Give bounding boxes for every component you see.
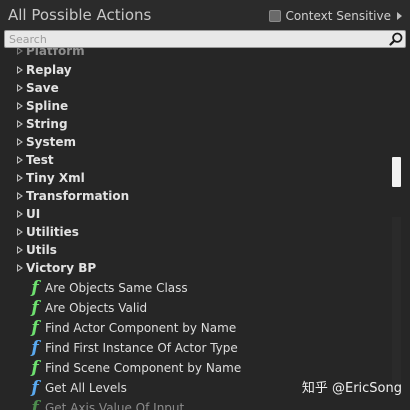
function-icon: f [31, 378, 39, 398]
search-icon[interactable] [389, 32, 403, 46]
category-row[interactable]: Save [0, 79, 388, 97]
category-label: Replay [26, 63, 72, 77]
action-label: Find Actor Component by Name [45, 321, 237, 335]
category-label: Transformation [26, 189, 130, 203]
collapsed-arrow-icon[interactable] [17, 102, 23, 110]
collapsed-arrow-icon[interactable] [17, 156, 23, 164]
category-row[interactable]: Spline [0, 97, 388, 115]
category-label: System [26, 135, 76, 149]
category-label: String [26, 117, 68, 131]
collapsed-arrow-icon[interactable] [17, 210, 23, 218]
context-sensitive-toggle[interactable]: Context Sensitive [269, 8, 402, 24]
collapsed-arrow-icon[interactable] [17, 48, 23, 55]
action-item[interactable]: f Get Axis Value Of Input [0, 398, 388, 410]
action-list: Platform Replay Save Spline String Syste… [0, 48, 388, 410]
function-pure-icon: f [31, 318, 39, 338]
category-label: Platform [26, 48, 85, 58]
action-label: Get Axis Value Of Input [45, 401, 185, 410]
category-row[interactable]: Test [0, 151, 388, 169]
category-row[interactable]: System [0, 133, 388, 151]
action-label: Find First Instance Of Actor Type [45, 341, 238, 355]
category-row[interactable]: Platform [0, 48, 388, 60]
action-label: Get All Levels [45, 381, 127, 395]
scrollbar-track[interactable] [392, 217, 401, 387]
action-item[interactable]: f Find First Instance Of Actor Type [0, 338, 388, 358]
category-label: Spline [26, 99, 69, 113]
collapsed-arrow-icon[interactable] [17, 66, 23, 74]
category-label: Save [26, 81, 59, 95]
function-pure-icon: f [31, 358, 39, 378]
function-pure-icon: f [31, 278, 39, 298]
context-sensitive-checkbox[interactable] [269, 10, 282, 22]
function-pure-icon: f [31, 298, 39, 318]
collapsed-arrow-icon[interactable] [17, 228, 23, 236]
category-row[interactable]: Utilities [0, 223, 388, 241]
category-row[interactable]: UI [0, 205, 388, 223]
category-row[interactable]: Utils [0, 241, 388, 259]
action-label: Find Scene Component by Name [45, 361, 242, 375]
category-label: Utils [26, 243, 57, 257]
expand-arrow-icon[interactable] [397, 12, 402, 20]
function-pure-icon: f [31, 398, 39, 410]
search-input[interactable] [9, 31, 379, 47]
category-label: Tiny Xml [26, 171, 85, 185]
action-item[interactable]: f Are Objects Valid [0, 298, 388, 318]
category-row[interactable]: Replay [0, 61, 388, 79]
search-box[interactable] [4, 30, 406, 48]
category-row[interactable]: Tiny Xml [0, 169, 388, 187]
action-menu-header: All Possible Actions Context Sensitive [0, 0, 410, 30]
collapsed-arrow-icon[interactable] [17, 174, 23, 182]
collapsed-arrow-icon[interactable] [17, 246, 23, 254]
category-label: Test [26, 153, 54, 167]
action-label: Are Objects Same Class [45, 281, 188, 295]
collapsed-arrow-icon[interactable] [17, 84, 23, 92]
action-item[interactable]: f Find Actor Component by Name [0, 318, 388, 338]
collapsed-arrow-icon[interactable] [17, 264, 23, 272]
panel-title: All Possible Actions [8, 6, 152, 24]
collapsed-arrow-icon[interactable] [17, 138, 23, 146]
action-label: Are Objects Valid [45, 301, 148, 315]
context-sensitive-label: Context Sensitive [285, 9, 391, 23]
action-menu-panel: All Possible Actions Context Sensitive P… [0, 0, 410, 410]
collapsed-arrow-icon[interactable] [17, 192, 23, 200]
watermark-text: 知乎 @EricSong [301, 381, 402, 396]
category-label: Victory BP [26, 261, 97, 275]
category-label: UI [26, 207, 41, 221]
category-label: Utilities [26, 225, 79, 239]
category-row[interactable]: String [0, 115, 388, 133]
category-row[interactable]: Transformation [0, 187, 388, 205]
function-icon: f [31, 338, 39, 358]
collapsed-arrow-icon[interactable] [17, 120, 23, 128]
category-row[interactable]: Victory BP [0, 259, 388, 277]
action-item[interactable]: f Find Scene Component by Name [0, 358, 388, 378]
action-item[interactable]: f Are Objects Same Class [0, 278, 388, 298]
scrollbar-thumb[interactable] [392, 157, 401, 187]
